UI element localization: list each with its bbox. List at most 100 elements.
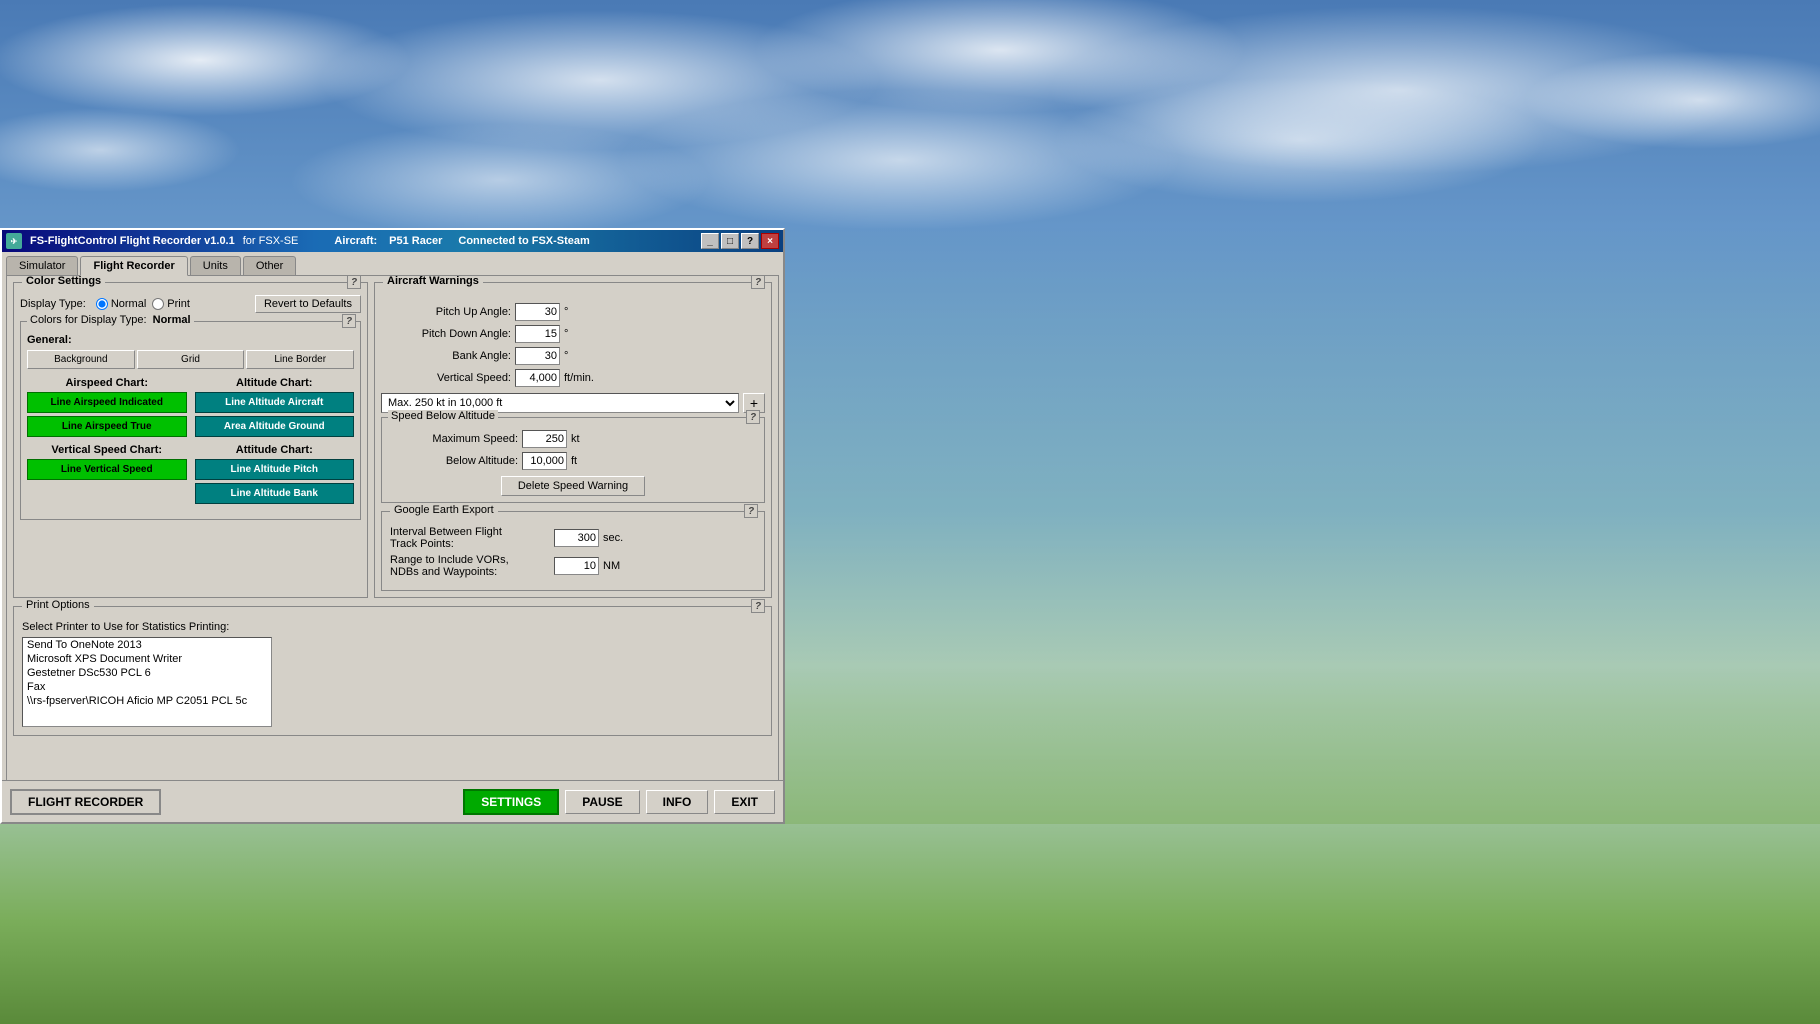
app-window: ✈ FS-FlightControl Flight Recorder v1.0.…	[0, 228, 785, 824]
printer-label: Select Printer to Use for Statistics Pri…	[22, 621, 763, 633]
aircraft-label: Aircraft:	[334, 235, 377, 247]
bank-angle-input[interactable]: 30	[515, 347, 560, 365]
below-altitude-unit: ft	[571, 455, 577, 467]
pause-button[interactable]: PAUSE	[565, 790, 639, 814]
pitch-up-label: Pitch Up Angle:	[381, 306, 511, 318]
settings-button[interactable]: SETTINGS	[463, 789, 559, 815]
printer-item-1[interactable]: Microsoft XPS Document Writer	[23, 652, 271, 666]
pitch-up-input[interactable]: 30	[515, 303, 560, 321]
vertical-speed-unit: ft/min.	[564, 372, 594, 384]
display-type-row: Display Type: Normal Print Revert to Def…	[20, 295, 361, 313]
bank-angle-label: Bank Angle:	[381, 350, 511, 362]
delete-speed-warning-button[interactable]: Delete Speed Warning	[501, 476, 645, 496]
bottom-toolbar: FLIGHT RECORDER SETTINGS PAUSE INFO EXIT	[2, 780, 783, 822]
printer-item-4[interactable]: \\rs-fpserver\RICOH Aficio MP C2051 PCL …	[23, 694, 271, 708]
max-speed-label: Maximum Speed:	[388, 433, 518, 445]
max-speed-input[interactable]: 250	[522, 430, 567, 448]
airspeed-chart-col: Airspeed Chart: Line Airspeed Indicated …	[27, 377, 187, 440]
grid-color-button[interactable]: Grid	[137, 350, 245, 369]
tab-bar: Simulator Flight Recorder Units Other	[2, 252, 783, 275]
app-title-for: for FSX-SE	[243, 235, 299, 247]
pitch-down-unit: °	[564, 328, 568, 340]
range-unit: NM	[603, 560, 620, 572]
pitch-down-row: Pitch Down Angle: 15 °	[381, 325, 765, 343]
close-button[interactable]: ×	[761, 233, 779, 249]
color-settings-title: Color Settings	[22, 275, 105, 287]
range-input[interactable]: 10	[554, 557, 599, 575]
printer-item-0[interactable]: Send To OneNote 2013	[23, 638, 271, 652]
printer-list[interactable]: Send To OneNote 2013 Microsoft XPS Docum…	[22, 637, 272, 727]
aircraft-overlay	[785, 228, 1820, 824]
radio-normal-text: Normal	[111, 298, 146, 310]
line-airspeed-indicated-button[interactable]: Line Airspeed Indicated	[27, 392, 187, 413]
pitch-down-label: Pitch Down Angle:	[381, 328, 511, 340]
vertical-speed-chart-label: Vertical Speed Chart:	[27, 444, 187, 456]
line-border-color-button[interactable]: Line Border	[246, 350, 354, 369]
vertical-speed-warning-input[interactable]: 4,000	[515, 369, 560, 387]
radio-print[interactable]	[152, 298, 164, 310]
chart-row-2: Vertical Speed Chart: Line Vertical Spee…	[27, 444, 354, 507]
speed-below-altitude-title: Speed Below Altitude	[388, 410, 498, 422]
colors-sub-help[interactable]: ?	[342, 314, 356, 328]
radio-normal-label[interactable]: Normal	[96, 298, 146, 310]
tab-flight-recorder[interactable]: Flight Recorder	[80, 256, 187, 276]
pitch-down-input[interactable]: 15	[515, 325, 560, 343]
vertical-speed-chart-col: Vertical Speed Chart: Line Vertical Spee…	[27, 444, 187, 507]
printer-item-2[interactable]: Gestetner DSc530 PCL 6	[23, 666, 271, 680]
aircraft-warnings-help[interactable]: ?	[751, 275, 765, 289]
help-button[interactable]: ?	[741, 233, 759, 249]
below-altitude-label: Below Altitude:	[388, 455, 518, 467]
printer-item-3[interactable]: Fax	[23, 680, 271, 694]
range-label: Range to Include VORs, NDBs and Waypoint…	[390, 554, 550, 578]
attitude-chart-col: Attitude Chart: Line Altitude Pitch Line…	[195, 444, 355, 507]
below-altitude-input[interactable]: 10,000	[522, 452, 567, 470]
print-options-help[interactable]: ?	[751, 599, 765, 613]
connection-status: Connected to FSX-Steam	[458, 235, 589, 247]
maximize-button[interactable]: □	[721, 233, 739, 249]
tab-simulator[interactable]: Simulator	[6, 256, 78, 275]
background-color-button[interactable]: Background	[27, 350, 135, 369]
aircraft-name: P51 Racer	[389, 235, 442, 247]
info-button[interactable]: INFO	[646, 790, 709, 814]
interval-unit: sec.	[603, 532, 623, 544]
aircraft-warnings-title: Aircraft Warnings	[383, 275, 483, 287]
area-altitude-ground-button[interactable]: Area Altitude Ground	[195, 416, 355, 437]
altitude-chart-label: Altitude Chart:	[195, 377, 355, 389]
interval-input[interactable]: 300	[554, 529, 599, 547]
color-settings-group: Color Settings ? Display Type: Normal Pr…	[13, 282, 368, 598]
tab-other[interactable]: Other	[243, 256, 297, 275]
line-attitude-pitch-button[interactable]: Line Altitude Pitch	[195, 459, 355, 480]
bank-angle-row: Bank Angle: 30 °	[381, 347, 765, 365]
flight-recorder-bottom-button[interactable]: FLIGHT RECORDER	[10, 789, 161, 815]
line-vertical-speed-button[interactable]: Line Vertical Speed	[27, 459, 187, 480]
line-attitude-bank-button[interactable]: Line Altitude Bank	[195, 483, 355, 504]
title-bar-buttons: _ □ ? ×	[701, 233, 779, 249]
app-icon: ✈	[6, 233, 22, 249]
speed-below-altitude-help[interactable]: ?	[746, 410, 760, 424]
title-bar-left: ✈ FS-FlightControl Flight Recorder v1.0.…	[6, 233, 590, 249]
color-settings-help[interactable]: ?	[347, 275, 361, 289]
vertical-speed-warning-label: Vertical Speed:	[381, 372, 511, 384]
below-altitude-row: Below Altitude: 10,000 ft	[388, 452, 758, 470]
line-altitude-aircraft-button[interactable]: Line Altitude Aircraft	[195, 392, 355, 413]
altitude-chart-col: Altitude Chart: Line Altitude Aircraft A…	[195, 377, 355, 440]
radio-normal[interactable]	[96, 298, 108, 310]
pitch-up-row: Pitch Up Angle: 30 °	[381, 303, 765, 321]
aircraft-warnings-group: Aircraft Warnings ? Pitch Up Angle: 30 °…	[374, 282, 772, 598]
title-bar: ✈ FS-FlightControl Flight Recorder v1.0.…	[2, 230, 783, 252]
general-color-buttons: Background Grid Line Border	[27, 350, 354, 369]
colors-sub-group: Colors for Display Type: Normal ? Genera…	[20, 321, 361, 520]
google-earth-help[interactable]: ?	[744, 504, 758, 518]
radio-print-label[interactable]: Print	[152, 298, 190, 310]
tab-units[interactable]: Units	[190, 256, 241, 275]
aircraft-view	[785, 228, 1820, 824]
minimize-button[interactable]: _	[701, 233, 719, 249]
speed-below-altitude-panel: Speed Below Altitude ? Maximum Speed: 25…	[381, 417, 765, 503]
line-airspeed-true-button[interactable]: Line Airspeed True	[27, 416, 187, 437]
revert-defaults-button[interactable]: Revert to Defaults	[255, 295, 361, 313]
print-options-group: Print Options ? Select Printer to Use fo…	[13, 606, 772, 736]
radio-print-text: Print	[167, 298, 190, 310]
google-earth-panel: Google Earth Export ? Interval Between F…	[381, 511, 765, 591]
chart-row-1: Airspeed Chart: Line Airspeed Indicated …	[27, 377, 354, 440]
exit-button[interactable]: EXIT	[714, 790, 775, 814]
